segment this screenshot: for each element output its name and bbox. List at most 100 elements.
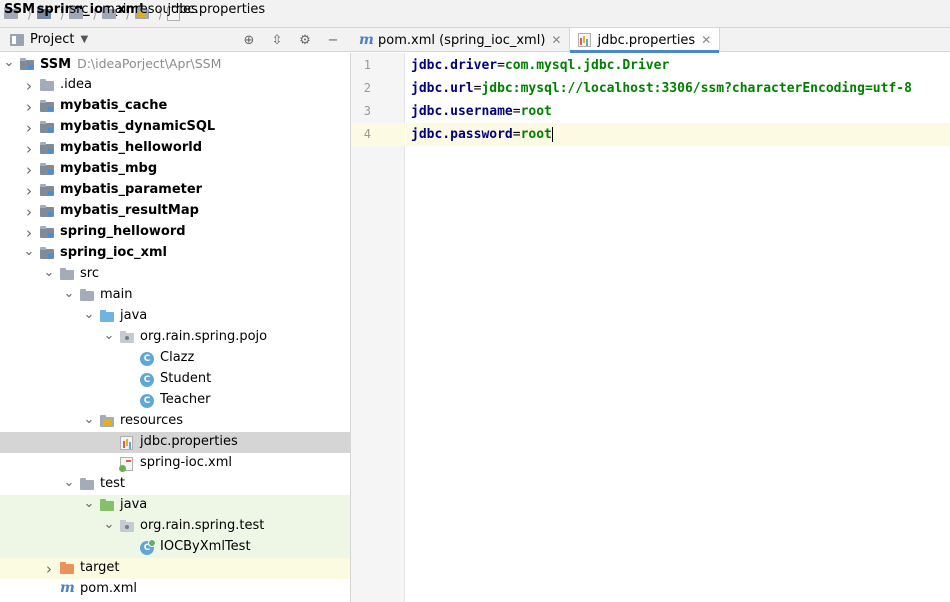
tree-item-label: spring_helloword: [60, 224, 186, 239]
tree-item[interactable]: C IOCByXmlTest: [0, 537, 350, 558]
tree-item-text: java: [120, 308, 148, 323]
properties-file-icon: [120, 436, 133, 450]
chevron-down-icon[interactable]: ⌄: [64, 283, 75, 304]
tree-item-text: mybatis_resultMap: [60, 203, 199, 218]
chevron-right-icon[interactable]: ›: [24, 159, 34, 180]
tree-item[interactable]: jdbc.properties: [0, 432, 350, 453]
chevron-right-icon[interactable]: ›: [24, 138, 34, 159]
tree-item-label: mybatis_resultMap: [60, 203, 199, 218]
breadcrumb-item-spring-ioc-xml[interactable]: spring_ioc_xml ⟩: [36, 0, 144, 28]
tree-item-text: main: [100, 287, 133, 302]
tree-item[interactable]: m pom.xml: [0, 579, 350, 600]
chevron-down-icon[interactable]: ⌄: [84, 493, 95, 514]
property-key: jdbc.driver: [411, 58, 498, 73]
tree-item[interactable]: ⌄ SSM D:\ideaPorject\Apr\SSM: [0, 54, 350, 75]
close-icon[interactable]: ✕: [551, 33, 561, 47]
chevron-down-icon[interactable]: ▼: [80, 34, 88, 45]
locate-icon[interactable]: ⊕: [241, 33, 257, 48]
code-line[interactable]: jdbc.driver=com.mysql.jdbc.Driver: [406, 54, 950, 77]
chevron-down-icon[interactable]: ⌄: [84, 409, 95, 430]
tree-item-text: test: [100, 476, 125, 491]
tree-item[interactable]: ⌄ java: [0, 306, 350, 327]
tab-jdbc-properties[interactable]: jdbc.properties ✕: [570, 28, 721, 53]
editor-content[interactable]: jdbc.driver=com.mysql.jdbc.Driver jdbc.ur…: [406, 53, 950, 602]
chevron-right-icon[interactable]: ›: [24, 201, 34, 222]
chevron-down-icon[interactable]: ⌄: [64, 472, 75, 493]
tree-item-label: jdbc.properties: [140, 434, 238, 449]
property-key: jdbc.url: [411, 81, 474, 96]
class-icon: C: [140, 373, 154, 387]
chevron-right-icon[interactable]: ›: [24, 75, 34, 96]
tree-item[interactable]: C Teacher: [0, 390, 350, 411]
tree-item[interactable]: › mybatis_resultMap: [0, 201, 350, 222]
tree-item-label: java: [120, 308, 147, 323]
tree-item[interactable]: spring-ioc.xml: [0, 453, 350, 474]
breadcrumb-item-resources[interactable]: resources ⟩: [134, 0, 198, 28]
collapse-icon[interactable]: ⇳: [269, 33, 285, 48]
tab-pom-xml[interactable]: m pom.xml (spring_ioc_xml) ✕: [351, 28, 571, 52]
tree-item[interactable]: ⌄ org.rain.spring.pojo: [0, 327, 350, 348]
tree-item[interactable]: ⌄ resources: [0, 411, 350, 432]
tree-item-label: mybatis_cache: [60, 98, 167, 113]
property-separator: =: [512, 127, 521, 142]
chevron-down-icon[interactable]: ⌄: [44, 262, 55, 283]
module-folder-icon: [40, 247, 54, 259]
tree-item[interactable]: › spring_helloword: [0, 222, 350, 243]
tree-item-label: spring_ioc_xml: [60, 245, 167, 260]
project-view-selector[interactable]: Project: [30, 32, 74, 47]
breadcrumb-item-ssm[interactable]: SSM ⟩: [4, 0, 37, 28]
tree-item-text: mybatis_parameter: [60, 182, 203, 197]
tree-item-text: org.rain.spring.pojo: [140, 329, 268, 344]
chevron-right-icon[interactable]: ›: [24, 117, 34, 138]
chevron-down-icon[interactable]: ⌄: [4, 53, 15, 73]
tree-item-text: org.rain.spring.test: [140, 518, 265, 533]
code-line[interactable]: jdbc.url=jdbc:mysql://localhost:3306/ssm…: [406, 77, 950, 100]
tree-item[interactable]: ⌄ java: [0, 495, 350, 516]
chevron-down-icon[interactable]: ⌄: [84, 304, 95, 325]
chevron-down-icon[interactable]: ⌄: [104, 514, 115, 535]
tree-item-text: resources: [120, 413, 184, 428]
tree-item[interactable]: › mybatis_mbg: [0, 159, 350, 180]
tree-item[interactable]: › .idea: [0, 75, 350, 96]
tree-item[interactable]: › mybatis_cache: [0, 96, 350, 117]
tree-item[interactable]: › mybatis_dynamicSQL: [0, 117, 350, 138]
tree-item[interactable]: C Clazz: [0, 348, 350, 369]
close-icon[interactable]: ✕: [701, 33, 711, 47]
chevron-right-icon[interactable]: ›: [24, 96, 34, 117]
tree-item-label: Clazz: [160, 350, 194, 365]
tree-item[interactable]: › mybatis_parameter: [0, 180, 350, 201]
tree-item-label: target: [80, 560, 120, 575]
maven-icon: m: [359, 32, 374, 48]
tree-item-label: test: [100, 476, 125, 491]
chevron-right-icon[interactable]: ›: [24, 180, 34, 201]
tree-item-text: src: [80, 266, 99, 281]
gear-icon[interactable]: ⚙: [297, 33, 313, 48]
project-tree[interactable]: ⌄ SSM D:\ideaPorject\Apr\SSM › .idea › mybatis…: [0, 53, 351, 602]
tree-item-text: spring-ioc.xml: [140, 455, 232, 470]
tree-item[interactable]: › target: [0, 558, 350, 579]
tree-item[interactable]: ⌄ src: [0, 264, 350, 285]
package-icon: [120, 520, 134, 532]
tree-item[interactable]: ⌄ test: [0, 474, 350, 495]
tree-item[interactable]: ⌄ main: [0, 285, 350, 306]
hide-icon[interactable]: −: [325, 33, 341, 48]
tree-item-label: Student: [160, 371, 211, 386]
tree-item[interactable]: › mybatis_helloworld: [0, 138, 350, 159]
tree-item-label: mybatis_parameter: [60, 182, 202, 197]
tree-item[interactable]: C Student: [0, 369, 350, 390]
tree-item-text: mybatis_cache: [60, 98, 168, 113]
chevron-right-icon[interactable]: ›: [44, 558, 54, 579]
breadcrumb-item-main[interactable]: main ⟩: [102, 0, 135, 28]
tree-item-label: mybatis_helloworld: [60, 140, 202, 155]
chevron-down-icon[interactable]: ⌄: [24, 241, 35, 262]
chevron-down-icon[interactable]: ⌄: [104, 325, 115, 346]
breadcrumb-item-jdbc-properties[interactable]: jdbc.properties: [167, 0, 265, 28]
module-folder-icon: [40, 100, 54, 112]
test-class-icon: C: [140, 539, 156, 555]
code-line[interactable]: jdbc.username=root: [406, 100, 950, 123]
tree-item[interactable]: ⌄ org.rain.spring.test: [0, 516, 350, 537]
tree-item-text: Student: [160, 371, 212, 386]
module-folder-icon: [40, 142, 54, 154]
properties-file-icon: [578, 33, 592, 47]
code-line[interactable]: jdbc.password=root: [406, 123, 950, 146]
